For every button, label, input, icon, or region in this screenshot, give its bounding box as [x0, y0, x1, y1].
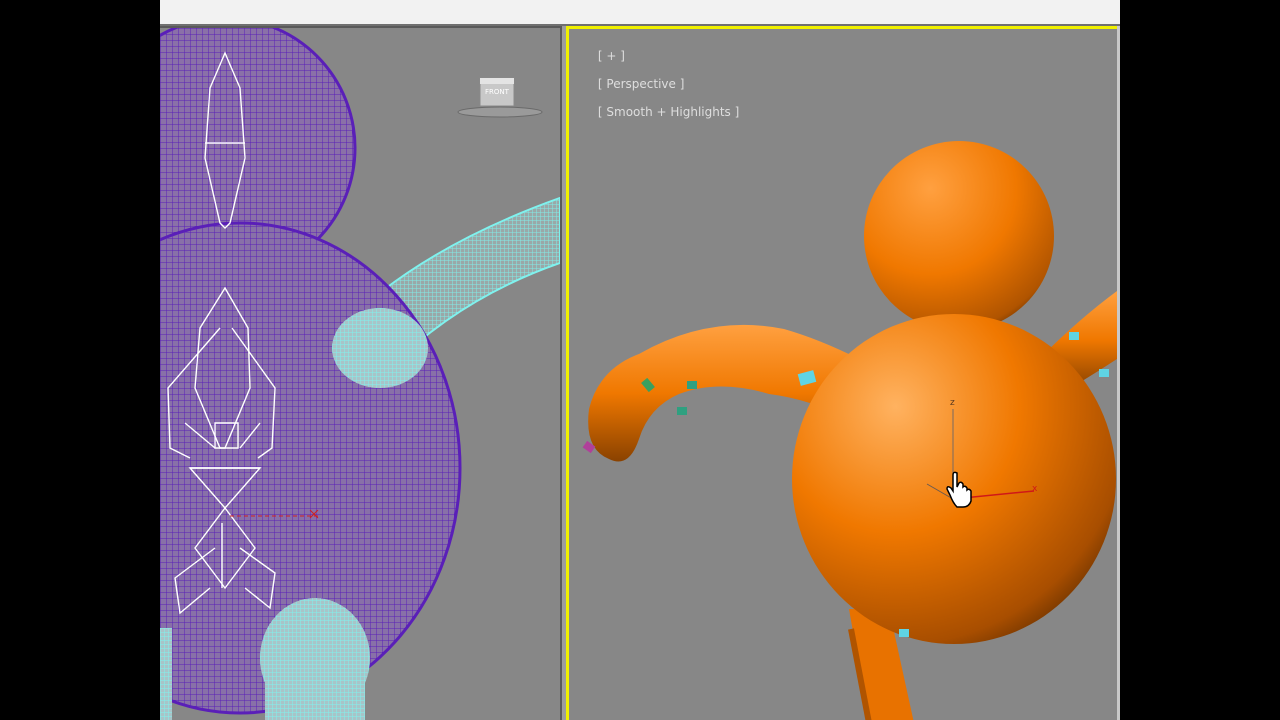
viewport-perspective[interactable]: z x [ + ] [ Perspective ] [ Smooth + Hig… — [566, 26, 1117, 720]
viewcube[interactable]: FRONT — [455, 76, 545, 118]
head-mesh — [864, 141, 1054, 331]
toolbar-strip — [160, 0, 1120, 25]
front-viewport-canvas — [160, 28, 560, 720]
viewport-front[interactable]: FRONT — [160, 26, 562, 720]
viewport-menu-plus[interactable]: [ + ] — [598, 49, 625, 63]
viewcube-face-label[interactable]: FRONT — [482, 88, 512, 96]
app-window: FRONT z x [+] [Perspective] [Smooth… — [160, 0, 1120, 720]
viewport-label: [ + ] [ Perspective ] [ Smooth + Highlig… — [575, 35, 739, 133]
gizmo-x-label: x — [1032, 484, 1038, 494]
gizmo-z-label: z — [950, 398, 955, 408]
viewport-menu-shading[interactable]: [ Smooth + Highlights ] — [598, 105, 739, 119]
viewport-menu-view[interactable]: [ Perspective ] — [598, 77, 685, 91]
